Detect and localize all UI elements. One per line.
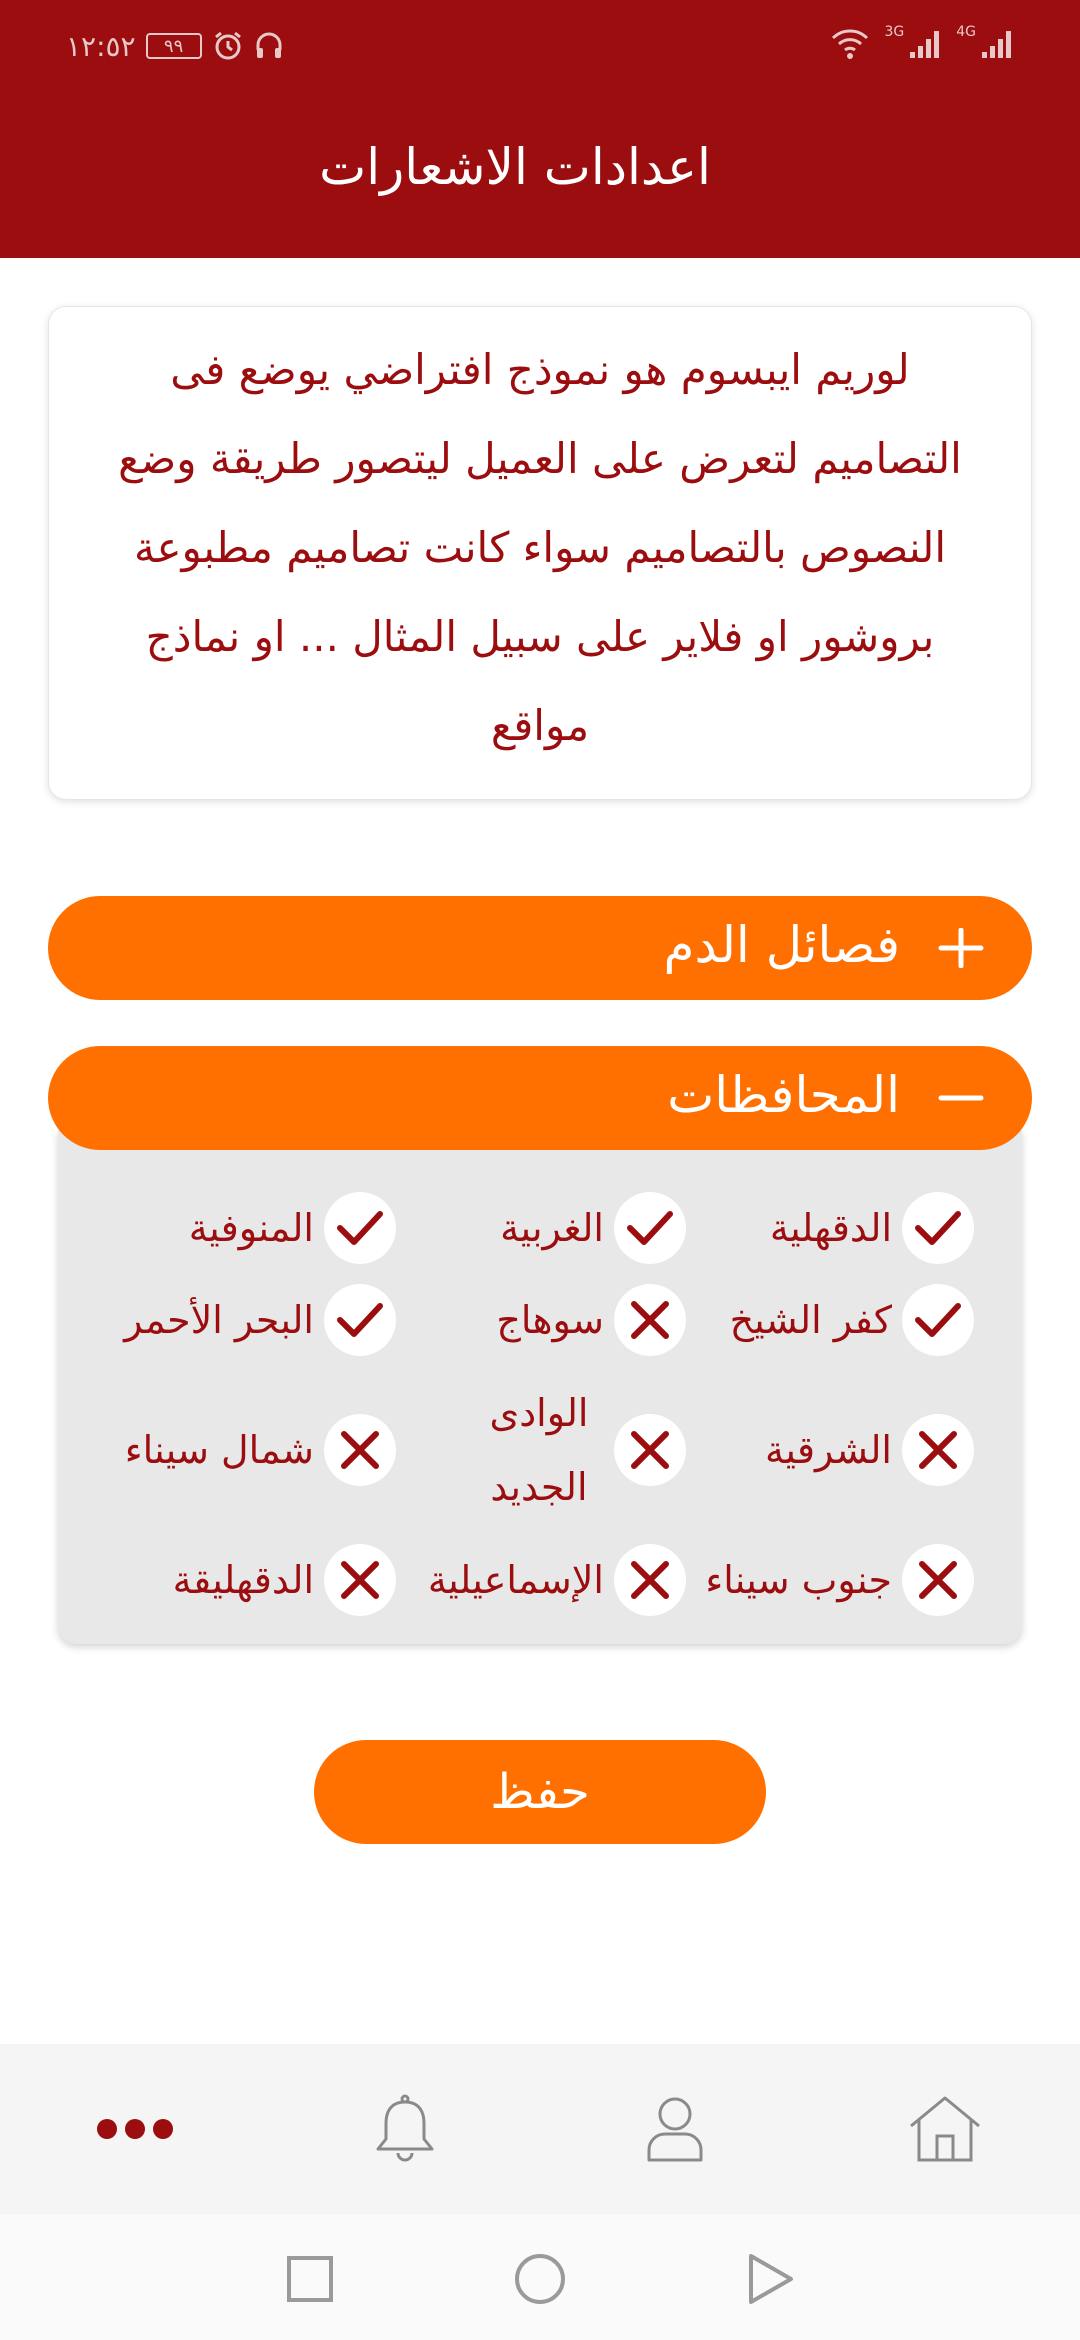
governorate-label: البحر الأحمر: [124, 1298, 314, 1342]
governorate-option[interactable]: الدقهليقة: [173, 1544, 396, 1616]
nav-home[interactable]: [810, 2044, 1080, 2214]
cross-icon: [631, 1301, 669, 1339]
check-icon: [915, 1211, 961, 1245]
status-bar-right: 3G 4G: [830, 24, 1014, 64]
save-button[interactable]: حفظ: [314, 1740, 766, 1844]
governorate-option[interactable]: الشرقية: [765, 1414, 974, 1486]
back-button[interactable]: [735, 2244, 805, 2314]
checkbox[interactable]: [324, 1192, 396, 1264]
checkbox[interactable]: [902, 1544, 974, 1616]
governorate-label: جنوب سيناء: [705, 1558, 892, 1602]
signal-icon: [910, 31, 940, 58]
app-bar: اعدادات الاشعارات: [0, 90, 1080, 258]
governorate-option[interactable]: الوادى الجديد: [474, 1376, 686, 1524]
checkbox[interactable]: [902, 1192, 974, 1264]
system-nav-bar: [0, 2214, 1080, 2340]
nav-profile[interactable]: [540, 2044, 810, 2214]
checkbox[interactable]: [324, 1414, 396, 1486]
signal-icon: [982, 31, 1011, 58]
triangle-icon: [749, 2254, 793, 2304]
checkbox[interactable]: [902, 1284, 974, 1356]
intro-card: لوريم ايبسوم هو نموذج افتراضي يوضع فى ال…: [48, 306, 1032, 800]
checkbox[interactable]: [614, 1192, 686, 1264]
governorate-option[interactable]: جنوب سيناء: [705, 1544, 974, 1616]
nav-more[interactable]: [0, 2044, 270, 2214]
governorate-label: الغربية: [500, 1206, 604, 1250]
headset-icon: [256, 32, 282, 58]
more-icon: [97, 2119, 173, 2139]
governorate-option[interactable]: المنوفية: [189, 1192, 396, 1264]
status-time: ١٢:٥٢: [66, 29, 136, 63]
square-icon: [287, 2256, 333, 2302]
check-icon: [337, 1211, 383, 1245]
governorates-label: المحافظات: [667, 1066, 900, 1124]
blood-types-accordion-header[interactable]: فصائل الدم: [48, 896, 1032, 1000]
status-bar-left: ١٢:٥٢ ٩٩: [66, 26, 284, 66]
home-system-button[interactable]: [505, 2244, 575, 2314]
cross-icon: [631, 1561, 669, 1599]
intro-text: لوريم ايبسوم هو نموذج افتراضي يوضع فى ال…: [118, 345, 962, 750]
bell-icon: [376, 2094, 434, 2162]
circle-icon: [515, 2254, 565, 2304]
checkbox[interactable]: [324, 1284, 396, 1356]
cross-icon: [341, 1561, 379, 1599]
home-icon: [910, 2096, 980, 2162]
governorate-label: الوادى الجديد: [489, 1391, 589, 1509]
recents-button[interactable]: [275, 2244, 345, 2314]
cross-icon: [341, 1431, 379, 1469]
wifi-icon: [832, 29, 869, 59]
governorate-option[interactable]: سوهاج: [496, 1284, 686, 1356]
governorate-label: المنوفية: [188, 1206, 314, 1250]
governorate-option[interactable]: البحر الأحمر: [124, 1284, 396, 1356]
cross-icon: [919, 1561, 957, 1599]
checkbox[interactable]: [614, 1414, 686, 1486]
check-icon: [915, 1303, 961, 1337]
checkbox[interactable]: [324, 1544, 396, 1616]
checkbox[interactable]: [614, 1284, 686, 1356]
governorate-option[interactable]: شمال سيناء: [125, 1414, 396, 1486]
alarm-icon: [214, 31, 241, 60]
battery-level: ٩٩: [163, 35, 184, 57]
governorate-label: الدقهليقة: [172, 1558, 314, 1602]
governorate-label: الإسماعيلية: [427, 1558, 604, 1602]
governorate-option[interactable]: الغربية: [500, 1192, 686, 1264]
governorates-panel: الدقهلية الغربية المنوفية كفر الشيخ سوها…: [58, 1130, 1022, 1644]
nav-notifications[interactable]: [270, 2044, 540, 2214]
governorate-option[interactable]: الإسماعيلية: [428, 1544, 686, 1616]
profile-icon: [647, 2097, 703, 2162]
network-type-1: 3G: [884, 24, 905, 40]
governorate-label: شمال سيناء: [124, 1428, 314, 1472]
governorate-label: الشرقية: [764, 1428, 892, 1472]
governorate-label: الدقهلية: [769, 1206, 892, 1250]
cross-icon: [919, 1431, 957, 1469]
checkbox[interactable]: [902, 1414, 974, 1486]
status-bar: ١٢:٥٢ ٩٩ 3G 4G: [0, 0, 1080, 90]
network-type-2: 4G: [956, 24, 976, 40]
bottom-nav: [0, 2044, 1080, 2214]
governorate-option[interactable]: كفر الشيخ: [730, 1284, 974, 1356]
cross-icon: [631, 1431, 669, 1469]
governorate-label: سوهاج: [496, 1298, 604, 1342]
check-icon: [337, 1303, 383, 1337]
governorate-option[interactable]: الدقهلية: [770, 1192, 974, 1264]
checkbox[interactable]: [614, 1544, 686, 1616]
blood-types-label: فصائل الدم: [663, 916, 901, 974]
governorate-label: كفر الشيخ: [729, 1298, 892, 1342]
check-icon: [627, 1211, 673, 1245]
battery-icon: ٩٩: [145, 33, 202, 59]
page-title: اعدادات الاشعارات: [319, 138, 711, 196]
plus-icon: [938, 928, 984, 968]
governorates-accordion-header[interactable]: المحافظات: [48, 1046, 1032, 1150]
minus-icon: [938, 1095, 984, 1101]
